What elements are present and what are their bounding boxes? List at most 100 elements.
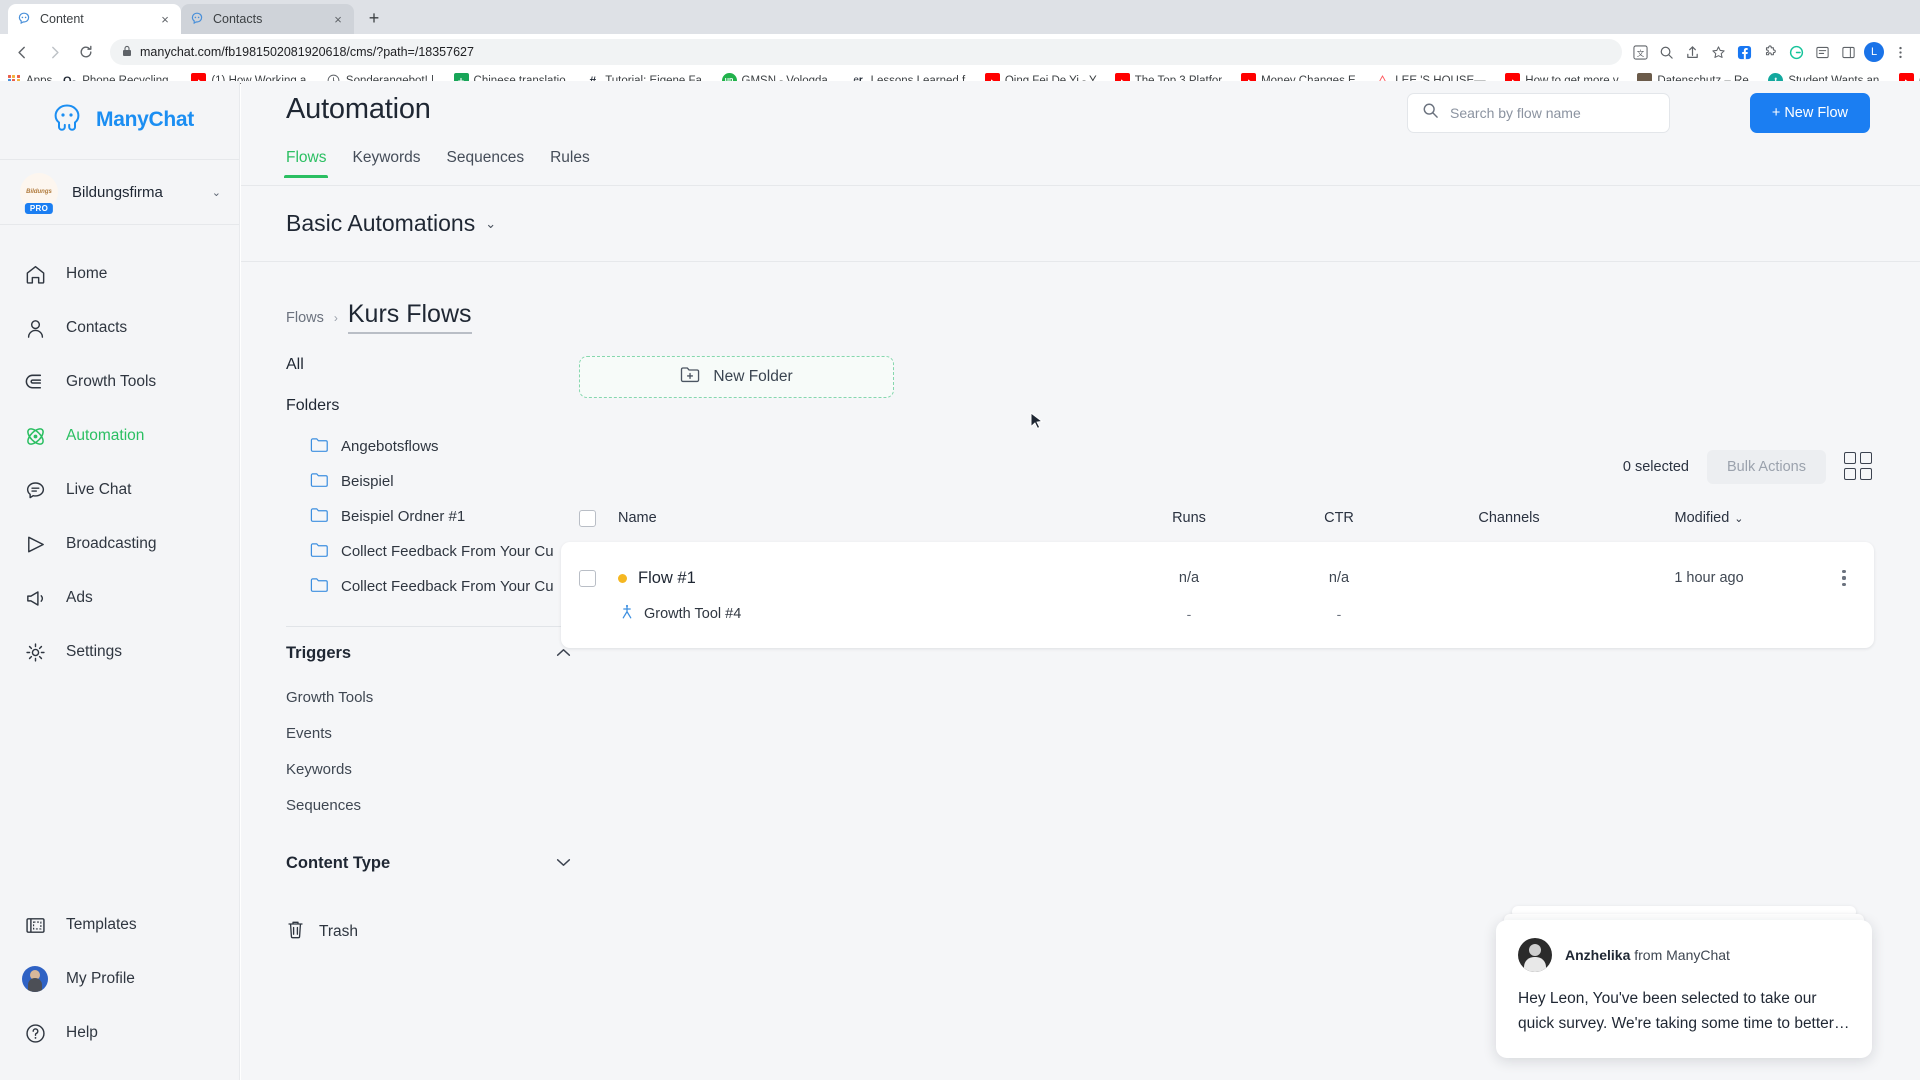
sidebar-item-home[interactable]: Home [0, 247, 239, 301]
folder-icon [310, 577, 329, 597]
more-options-icon[interactable] [1842, 570, 1846, 586]
flow-card[interactable]: Flow #1 n/a n/a 1 hour ago Growth Tool #… [561, 542, 1874, 648]
trigger-item-events[interactable]: Events [286, 715, 561, 751]
tab-sequences[interactable]: Sequences [447, 149, 525, 177]
chat-message-card[interactable]: Anzhelika from ManyChat Hey Leon, You've… [1496, 919, 1872, 1058]
chrome-menu-icon[interactable] [1888, 40, 1912, 64]
account-switcher[interactable]: Bildungs PRO Bildungsfirma ⌄ [0, 159, 239, 225]
filter-all[interactable]: All [286, 356, 561, 374]
forward-icon[interactable] [40, 38, 68, 66]
sidebar-item-broadcasting[interactable]: Broadcasting [0, 517, 239, 571]
close-icon[interactable]: × [330, 11, 346, 27]
close-icon[interactable]: × [157, 11, 173, 27]
sidebar-item-automation[interactable]: Automation [0, 409, 239, 463]
list-toolbar: 0 selected Bulk Actions [561, 450, 1874, 484]
search-box[interactable] [1407, 93, 1670, 133]
folder-item[interactable]: Collect Feedback From Your Cu [286, 569, 561, 604]
grid-view-icon[interactable] [1844, 452, 1874, 482]
account-name: Bildungsfirma [72, 183, 163, 201]
trigger-item-sequences[interactable]: Sequences [286, 787, 561, 823]
row-checkbox[interactable] [579, 569, 596, 587]
new-folder-button[interactable]: New Folder [579, 356, 894, 398]
breadcrumb-parent[interactable]: Flows [286, 310, 324, 326]
folder-item[interactable]: Angebotsflows [286, 429, 561, 464]
sidebar-item-contacts[interactable]: Contacts [0, 301, 239, 355]
manychat-octopus-icon [50, 103, 84, 138]
trash-icon [286, 919, 305, 945]
templates-icon [22, 912, 48, 938]
trigger-item-keywords[interactable]: Keywords [286, 751, 561, 787]
tab-title: Contacts [213, 12, 263, 26]
sidebar-item-settings[interactable]: Settings [0, 625, 239, 679]
column-header-name[interactable]: Name [596, 510, 1114, 526]
triggers-section-header[interactable]: Triggers [286, 627, 571, 679]
flow-list-panel: New Folder 0 selected Bulk Actions Name … [561, 356, 1920, 945]
flow-child-runs: - [1186, 606, 1192, 622]
address-bar[interactable]: manychat.com/fb1981502081920618/cms/?pat… [110, 39, 1622, 65]
flow-modified: 1 hour ago [1674, 570, 1744, 586]
sidebar-item-help[interactable]: Help [0, 1006, 239, 1060]
trash-item[interactable]: Trash [286, 919, 561, 945]
back-icon[interactable] [8, 38, 36, 66]
grammarly-icon[interactable] [1784, 40, 1808, 64]
folder-label: Collect Feedback From Your Cu [341, 543, 554, 560]
column-header-runs[interactable]: Runs [1114, 510, 1264, 526]
app-sidebar: ManyChat Bildungs PRO Bildungsfirma ⌄ Ho… [0, 81, 240, 1080]
status-badge [618, 573, 627, 583]
new-flow-button[interactable]: + New Flow [1749, 93, 1870, 133]
share-icon[interactable] [1680, 40, 1704, 64]
flow-name: Flow #1 [638, 568, 696, 587]
translate-icon[interactable]: 文 [1628, 40, 1652, 64]
reading-list-icon[interactable] [1810, 40, 1834, 64]
sidebar-icon[interactable] [1836, 40, 1860, 64]
sidebar-item-label: Contacts [66, 319, 128, 336]
folder-item[interactable]: Beispiel [286, 464, 561, 499]
tab-title: Content [40, 12, 84, 26]
new-tab-button[interactable]: + [360, 4, 388, 32]
column-header-ctr[interactable]: CTR [1264, 510, 1414, 526]
person-icon [22, 315, 48, 341]
table-header: Name Runs CTR Channels Modified ⌄ [561, 494, 1874, 542]
search-input[interactable] [1450, 105, 1655, 121]
flow-child-row[interactable]: Growth Tool #4 - - [561, 598, 1874, 630]
folders-heading: Folders [286, 397, 340, 414]
chat-notification[interactable]: Anzhelika from ManyChat Hey Leon, You've… [1496, 905, 1872, 1058]
magnet-icon [22, 369, 48, 395]
chevron-down-icon[interactable]: ⌄ [485, 216, 496, 232]
section-selector[interactable]: Basic Automations ⌄ [241, 186, 1920, 262]
browser-tab-contacts[interactable]: Contacts × [181, 4, 354, 34]
brand-logo[interactable]: ManyChat [0, 81, 239, 159]
select-all-checkbox[interactable] [579, 509, 596, 527]
zoom-icon[interactable] [1654, 40, 1678, 64]
folder-label: Beispiel [341, 473, 394, 490]
extension-puzzle-icon[interactable] [1758, 40, 1782, 64]
folder-item[interactable]: Collect Feedback From Your Cu [286, 534, 561, 569]
browser-tab-content[interactable]: Content × [8, 4, 181, 34]
tab-rules[interactable]: Rules [550, 149, 590, 177]
table-row[interactable]: Flow #1 n/a n/a 1 hour ago [561, 558, 1874, 598]
facebook-icon[interactable] [1732, 40, 1756, 64]
folder-item[interactable]: Beispiel Ordner #1 [286, 499, 561, 534]
sort-caret-icon: ⌄ [1734, 513, 1744, 525]
column-header-modified[interactable]: Modified ⌄ [1604, 510, 1814, 526]
column-header-channels[interactable]: Channels [1414, 510, 1604, 526]
atom-icon [22, 423, 48, 449]
search-icon [1422, 102, 1439, 124]
sidebar-bottom-nav: Templates My Profile Help [0, 898, 239, 1060]
reload-icon[interactable] [72, 38, 100, 66]
bookmark-star-icon[interactable] [1706, 40, 1730, 64]
tab-keywords[interactable]: Keywords [352, 149, 420, 177]
sidebar-item-growth-tools[interactable]: Growth Tools [0, 355, 239, 409]
sidebar-item-my-profile[interactable]: My Profile [0, 952, 239, 1006]
bulk-actions-button[interactable]: Bulk Actions [1707, 450, 1826, 484]
chevron-down-icon[interactable]: ⌄ [212, 186, 221, 199]
tab-flows[interactable]: Flows [283, 149, 329, 178]
profile-avatar-icon[interactable]: L [1862, 40, 1886, 64]
content-type-section-header[interactable]: Content Type [286, 837, 571, 889]
sidebar-item-templates[interactable]: Templates [0, 898, 239, 952]
sidebar-item-ads[interactable]: Ads [0, 571, 239, 625]
folder-icon [310, 437, 329, 457]
trigger-item-growth-tools[interactable]: Growth Tools [286, 679, 561, 715]
sidebar-item-live-chat[interactable]: Live Chat [0, 463, 239, 517]
paper-plane-icon [22, 531, 48, 557]
